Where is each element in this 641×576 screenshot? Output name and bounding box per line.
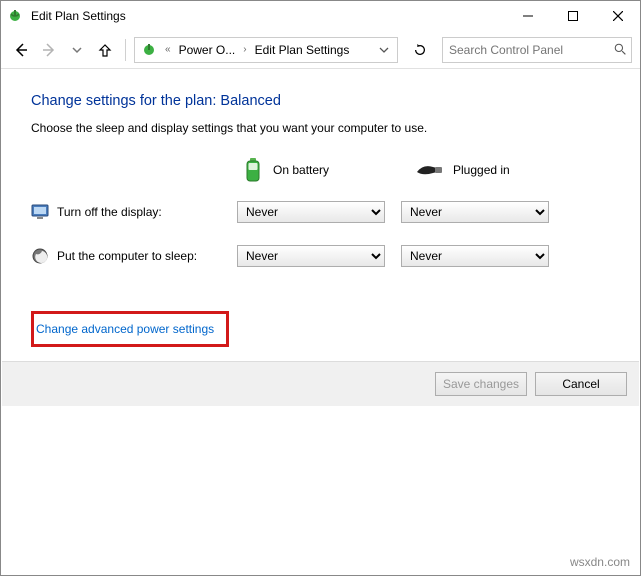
- column-headers: On battery Plugged in: [31, 157, 626, 183]
- close-button[interactable]: [595, 1, 640, 31]
- on-battery-label: On battery: [273, 163, 329, 177]
- window-icon: [7, 8, 23, 24]
- back-button[interactable]: [9, 38, 33, 62]
- footer-bar: Save changes Cancel: [2, 361, 639, 406]
- refresh-button[interactable]: [408, 38, 432, 62]
- sleep-plugged-select[interactable]: Never: [401, 245, 549, 267]
- chevron-right-icon[interactable]: ›: [239, 44, 250, 55]
- breadcrumb-edit-plan[interactable]: Edit Plan Settings: [251, 43, 354, 57]
- sleep-row: Put the computer to sleep: Never Never: [31, 245, 626, 267]
- search-box[interactable]: [442, 37, 632, 63]
- display-icon: [31, 203, 49, 221]
- search-icon[interactable]: [614, 43, 627, 56]
- address-icon: [141, 42, 157, 58]
- chevron-left-icon[interactable]: «: [161, 44, 175, 55]
- page-heading: Change settings for the plan: Balanced: [31, 93, 626, 109]
- maximize-button[interactable]: [550, 1, 595, 31]
- display-plugged-select[interactable]: Never: [401, 201, 549, 223]
- window-controls: [505, 1, 640, 31]
- advanced-link-highlight: Change advanced power settings: [31, 311, 229, 347]
- recent-locations-button[interactable]: [65, 38, 89, 62]
- window-title: Edit Plan Settings: [31, 9, 505, 23]
- separator: [125, 39, 126, 61]
- minimize-button[interactable]: [505, 1, 550, 31]
- breadcrumb-power-options[interactable]: Power O...: [175, 43, 240, 57]
- address-dropdown-button[interactable]: [373, 38, 395, 62]
- navigation-bar: « Power O... › Edit Plan Settings: [1, 31, 640, 69]
- up-button[interactable]: [93, 38, 117, 62]
- sleep-icon: [31, 247, 49, 265]
- display-battery-select[interactable]: Never: [237, 201, 385, 223]
- forward-button[interactable]: [37, 38, 61, 62]
- content-area: Change settings for the plan: Balanced C…: [1, 69, 640, 389]
- sleep-battery-select[interactable]: Never: [237, 245, 385, 267]
- display-label: Turn off the display:: [57, 205, 237, 219]
- sleep-label: Put the computer to sleep:: [57, 249, 237, 263]
- page-subtext: Choose the sleep and display settings th…: [31, 121, 626, 135]
- watermark: wsxdn.com: [570, 555, 630, 569]
- save-button[interactable]: Save changes: [435, 372, 527, 396]
- search-input[interactable]: [447, 42, 610, 58]
- title-bar: Edit Plan Settings: [1, 1, 640, 31]
- address-bar[interactable]: « Power O... › Edit Plan Settings: [134, 37, 398, 63]
- display-row: Turn off the display: Never Never: [31, 201, 626, 223]
- battery-icon: [243, 157, 263, 183]
- plugged-in-label: Plugged in: [453, 163, 510, 177]
- cancel-button[interactable]: Cancel: [535, 372, 627, 396]
- change-advanced-link[interactable]: Change advanced power settings: [36, 322, 214, 336]
- plug-icon: [415, 162, 443, 178]
